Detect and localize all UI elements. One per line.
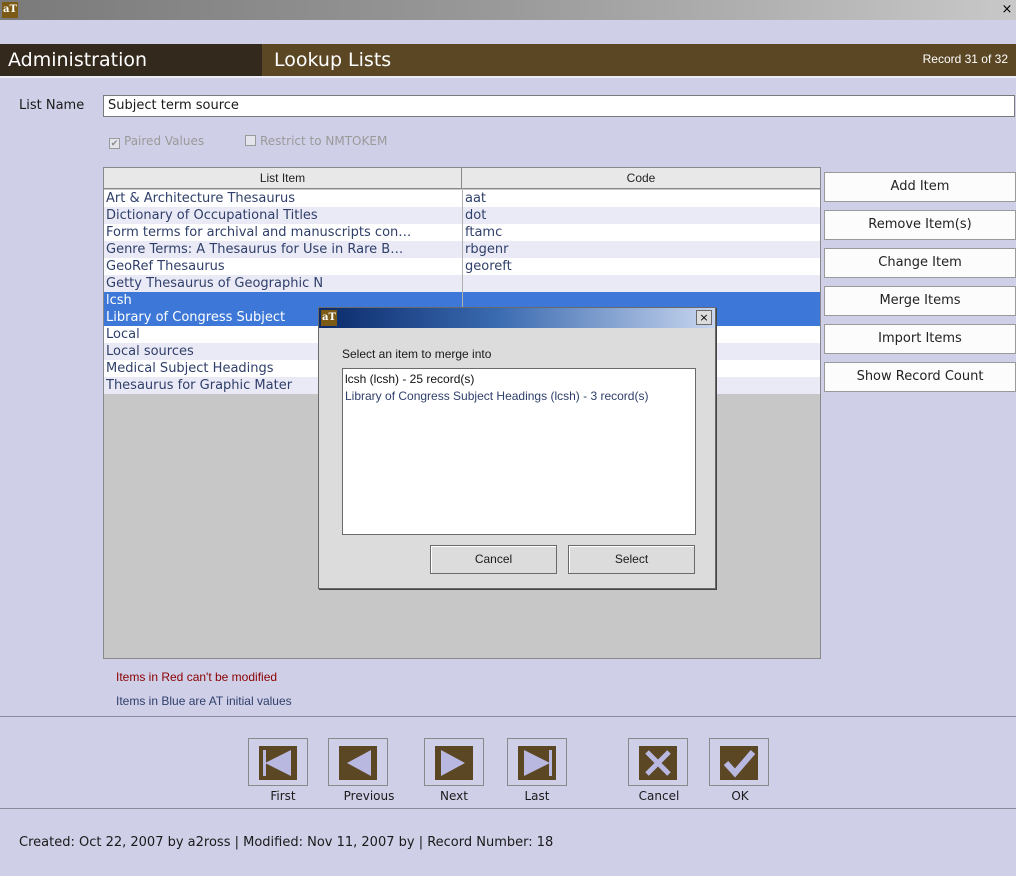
checkmark-icon bbox=[720, 746, 758, 780]
add-item-button[interactable]: Add Item bbox=[824, 172, 1016, 202]
section-title: Administration bbox=[8, 49, 148, 71]
list-item[interactable]: lcsh (lcsh) - 25 record(s) bbox=[345, 372, 474, 386]
cancel-x-icon bbox=[639, 746, 677, 780]
show-record-count-button[interactable]: Show Record Count bbox=[824, 362, 1016, 392]
table-row[interactable]: GeoRef Thesaurus georeft bbox=[104, 258, 820, 275]
merge-target-list[interactable]: lcsh (lcsh) - 25 record(s) Library of Co… bbox=[342, 368, 696, 535]
table-row[interactable]: Art & Architecture Thesaurus aat bbox=[104, 190, 820, 207]
remove-items-button[interactable]: Remove Item(s) bbox=[824, 210, 1016, 240]
divider bbox=[0, 808, 1016, 809]
restrict-nmtokem-checkbox[interactable]: Restrict to NMTOKEM bbox=[245, 134, 387, 148]
list-name-input[interactable]: Subject term source bbox=[103, 95, 1015, 117]
dialog-title-bar bbox=[319, 308, 715, 328]
code-cell: ftamc bbox=[462, 224, 820, 241]
first-record-button[interactable] bbox=[248, 738, 308, 786]
change-item-button[interactable]: Change Item bbox=[824, 248, 1016, 278]
list-name-label: List Name bbox=[19, 98, 85, 113]
checkbox-empty-icon bbox=[245, 135, 256, 146]
column-header-list-item[interactable]: List Item bbox=[104, 168, 462, 189]
last-label: Last bbox=[524, 789, 550, 803]
legend-blue-note: Items in Blue are AT initial values bbox=[116, 694, 292, 708]
cancel-record-button[interactable] bbox=[628, 738, 688, 786]
merge-items-button[interactable]: Merge Items bbox=[824, 286, 1016, 316]
last-arrow-icon bbox=[518, 746, 556, 780]
first-label: First bbox=[270, 789, 296, 803]
paired-values-label: Paired Values bbox=[124, 134, 205, 148]
legend-red-note: Items in Red can't be modified bbox=[116, 670, 278, 684]
app-logo-icon: aT bbox=[321, 310, 337, 326]
page-title: Lookup Lists bbox=[274, 49, 392, 71]
next-record-button[interactable] bbox=[424, 738, 484, 786]
dialog-close-button[interactable]: × bbox=[696, 310, 712, 325]
code-cell: aat bbox=[462, 190, 820, 207]
window-close-button[interactable]: × bbox=[1000, 1, 1014, 18]
table-row[interactable]: Dictionary of Occupational Titles dot bbox=[104, 207, 820, 224]
table-row[interactable]: Getty Thesaurus of Geographic N bbox=[104, 275, 820, 292]
next-label: Next bbox=[440, 789, 468, 803]
last-record-button[interactable] bbox=[507, 738, 567, 786]
dialog-select-button[interactable]: Select bbox=[568, 545, 695, 574]
ok-label: OK bbox=[731, 789, 749, 803]
dialog-prompt: Select an item to merge into bbox=[342, 347, 492, 361]
list-item-cell: Art & Architecture Thesaurus bbox=[106, 191, 295, 206]
app-logo-icon: aT bbox=[2, 2, 18, 18]
previous-record-button[interactable] bbox=[328, 738, 388, 786]
checkmark-icon: ✔ bbox=[109, 138, 120, 149]
header-divider bbox=[0, 76, 1016, 78]
import-items-button[interactable]: Import Items bbox=[824, 324, 1016, 354]
list-item[interactable]: Library of Congress Subject Headings (lc… bbox=[345, 389, 648, 403]
restrict-nmtokem-label: Restrict to NMTOKEM bbox=[260, 134, 388, 148]
table-row[interactable]: Form terms for archival and manuscripts … bbox=[104, 224, 820, 241]
record-audit-footer: Created: Oct 22, 2007 by a2ross | Modifi… bbox=[19, 835, 554, 850]
paired-values-checkbox[interactable]: ✔ Paired Values bbox=[109, 134, 204, 149]
list-item-cell: GeoRef Thesaurus bbox=[106, 259, 225, 274]
code-cell: dot bbox=[462, 207, 820, 224]
table-row[interactable]: Genre Terms: A Thesaurus for Use in Rare… bbox=[104, 241, 820, 258]
list-item-cell: Form terms for archival and manuscripts … bbox=[106, 225, 412, 240]
code-cell: georeft bbox=[462, 258, 820, 275]
first-arrow-icon bbox=[259, 746, 297, 780]
previous-arrow-icon bbox=[339, 746, 377, 780]
previous-label: Previous bbox=[343, 789, 395, 803]
code-cell: rbgenr bbox=[462, 241, 820, 258]
cancel-label: Cancel bbox=[638, 789, 680, 803]
divider bbox=[0, 716, 1016, 717]
next-arrow-icon bbox=[435, 746, 473, 780]
list-item-cell: Getty Thesaurus of Geographic N bbox=[106, 276, 324, 291]
window-title-bar bbox=[0, 0, 1016, 20]
dialog-cancel-button[interactable]: Cancel bbox=[430, 545, 557, 574]
code-cell bbox=[462, 275, 820, 292]
list-item-cell: Genre Terms: A Thesaurus for Use in Rare… bbox=[106, 242, 404, 257]
record-indicator: Record 31 of 32 bbox=[922, 52, 1008, 66]
list-item-cell: Dictionary of Occupational Titles bbox=[106, 208, 318, 223]
merge-items-dialog[interactable]: aT × Select an item to merge into lcsh (… bbox=[318, 307, 716, 589]
ok-button[interactable] bbox=[709, 738, 769, 786]
column-header-code[interactable]: Code bbox=[462, 168, 820, 189]
